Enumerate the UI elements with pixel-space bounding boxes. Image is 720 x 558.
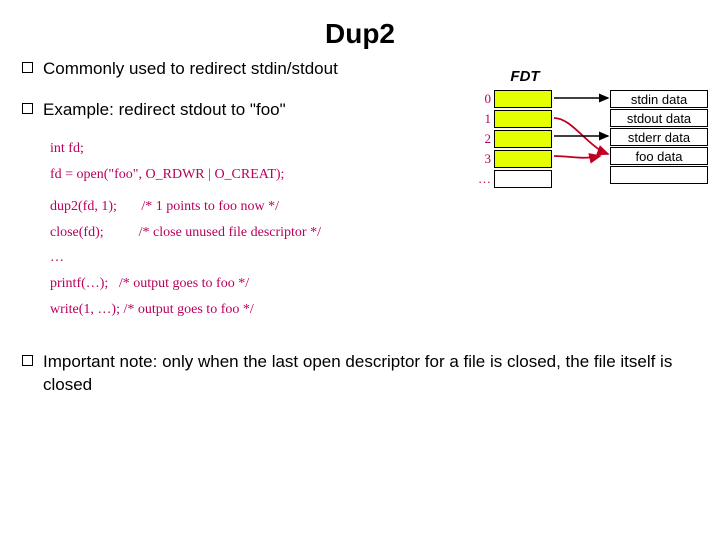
fdt-index: 3 — [475, 151, 491, 167]
fdt-cell — [494, 110, 552, 128]
bullet-1-text: Commonly used to redirect stdin/stdout — [43, 58, 338, 81]
code-line: printf(…); /* output goes to foo */ — [50, 271, 698, 297]
data-cell-stdin: stdin data — [610, 90, 708, 108]
data-column: stdin data stdout data stderr data foo d… — [610, 90, 710, 185]
code-line: close(fd); /* close unused file descript… — [50, 220, 698, 246]
fdt-cell — [494, 150, 552, 168]
fdt-index: 0 — [475, 91, 491, 107]
bullet-2: Example: redirect stdout to "foo" — [22, 99, 442, 122]
bullet-2-text: Example: redirect stdout to "foo" — [43, 99, 286, 122]
fdt-label: FDT — [495, 68, 555, 85]
data-cell-stdout: stdout data — [610, 109, 708, 127]
slide-title: Dup2 — [0, 18, 720, 50]
fdt-cell — [494, 170, 552, 188]
code-line: dup2(fd, 1); /* 1 points to foo now */ — [50, 194, 698, 220]
bullet-3-text: Important note: only when the last open … — [43, 351, 698, 397]
fdt-index: 2 — [475, 131, 491, 147]
code-line: write(1, …); /* output goes to foo */ — [50, 297, 698, 323]
bullet-marker-icon — [22, 355, 33, 366]
fdt-cell — [494, 130, 552, 148]
data-cell-foo: foo data — [610, 147, 708, 165]
fdt-cell — [494, 90, 552, 108]
bullet-3: Important note: only when the last open … — [22, 351, 698, 397]
data-cell-stderr: stderr data — [610, 128, 708, 146]
bullet-marker-icon — [22, 103, 33, 114]
fdt-index: … — [475, 171, 491, 187]
code-line: … — [50, 245, 698, 271]
bullet-marker-icon — [22, 62, 33, 73]
bullet-1: Commonly used to redirect stdin/stdout — [22, 58, 442, 81]
fdt-index: 1 — [475, 111, 491, 127]
data-cell-blank — [610, 166, 708, 184]
